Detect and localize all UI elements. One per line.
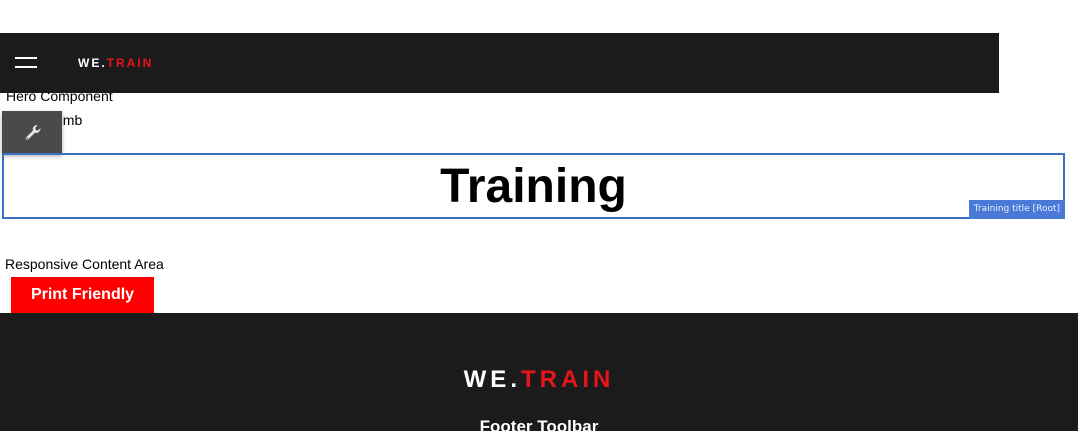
footer-brand-logo[interactable]: WE.TRAIN bbox=[0, 366, 1078, 394]
brand-we: WE bbox=[78, 56, 102, 70]
responsive-content-area-label: Responsive Content Area bbox=[5, 256, 164, 272]
header-brand-logo[interactable]: WE.TRAIN bbox=[78, 56, 153, 70]
footer-brand-dot: . bbox=[510, 366, 521, 393]
footer-toolbar-label: Footer Toolbar bbox=[479, 417, 599, 436]
footer-brand-train: TRAIN bbox=[521, 366, 615, 393]
hamburger-menu-icon[interactable] bbox=[12, 53, 40, 73]
editor-component-tag: Training title [Root] bbox=[968, 200, 1065, 219]
footer-brand-we: WE bbox=[463, 366, 511, 393]
print-friendly-button[interactable]: Print Friendly bbox=[11, 277, 154, 313]
footer: WE.TRAIN Footer Toolbar bbox=[0, 313, 1078, 436]
brand-train: TRAIN bbox=[106, 56, 154, 70]
training-title-block[interactable]: Training Training title [Root] bbox=[2, 153, 1065, 219]
edit-tool-button[interactable] bbox=[2, 111, 62, 154]
top-navigation-bar: WE.TRAIN bbox=[0, 33, 999, 93]
page-title: Training bbox=[440, 160, 627, 213]
wrench-icon bbox=[25, 125, 41, 140]
